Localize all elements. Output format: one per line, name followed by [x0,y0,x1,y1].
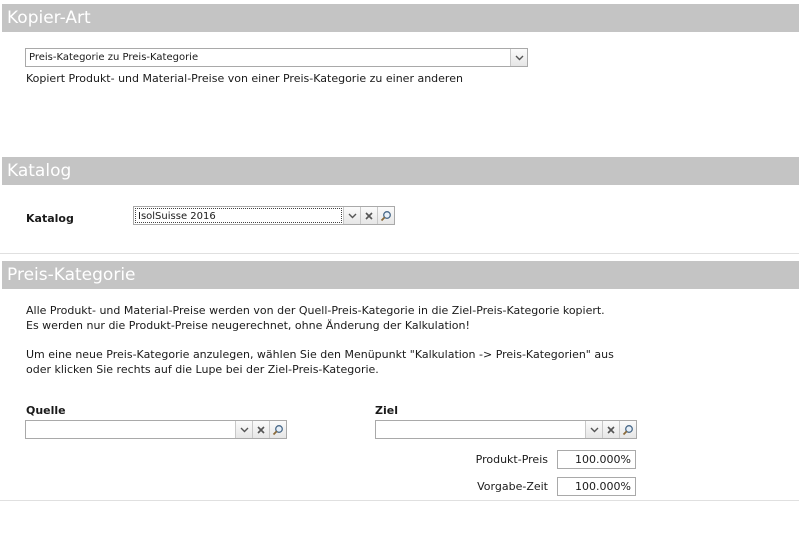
vorgabe-zeit-label: Vorgabe-Zeit [477,480,548,493]
magnifier-icon[interactable] [377,207,394,224]
produkt-preis-label: Produkt-Preis [475,453,548,466]
chevron-down-icon[interactable] [343,207,360,224]
clear-x-icon[interactable] [602,421,619,438]
kopier-art-description: Kopiert Produkt- und Material-Preise von… [26,72,463,85]
kopier-art-select[interactable]: Preis-Kategorie zu Preis-Kategorie [25,48,528,67]
ziel-label: Ziel [375,404,398,417]
katalog-header: Katalog [2,157,799,185]
info-line-3: Um eine neue Preis-Kategorie anzulegen, … [26,348,614,361]
vorgabe-zeit-field[interactable]: 100.000% [557,477,636,496]
chevron-down-icon[interactable] [510,49,527,66]
info-line-2: Es werden nur die Produkt-Preise neugere… [26,319,470,332]
quelle-label: Quelle [26,404,66,417]
clear-x-icon[interactable] [252,421,269,438]
chevron-down-icon[interactable] [235,421,252,438]
quelle-combo[interactable] [25,420,287,439]
section-divider [0,253,799,254]
katalog-value[interactable]: IsolSuisse 2016 [135,208,342,223]
info-line-4: oder klicken Sie rechts auf die Lupe bei… [26,363,379,376]
ziel-value[interactable] [376,421,585,438]
ziel-combo[interactable] [375,420,637,439]
magnifier-icon[interactable] [619,421,636,438]
kopier-art-header: Kopier-Art [2,4,799,32]
section-divider [0,500,799,501]
info-line-1: Alle Produkt- und Material-Preise werden… [26,304,605,317]
chevron-down-icon[interactable] [585,421,602,438]
katalog-combo[interactable]: IsolSuisse 2016 [133,206,395,225]
preis-kategorie-header: Preis-Kategorie [2,261,799,289]
magnifier-icon[interactable] [269,421,286,438]
kopier-art-select-value: Preis-Kategorie zu Preis-Kategorie [29,52,199,63]
clear-x-icon[interactable] [360,207,377,224]
produkt-preis-field[interactable]: 100.000% [557,450,636,469]
quelle-value[interactable] [26,421,235,438]
katalog-label: Katalog [26,212,74,225]
